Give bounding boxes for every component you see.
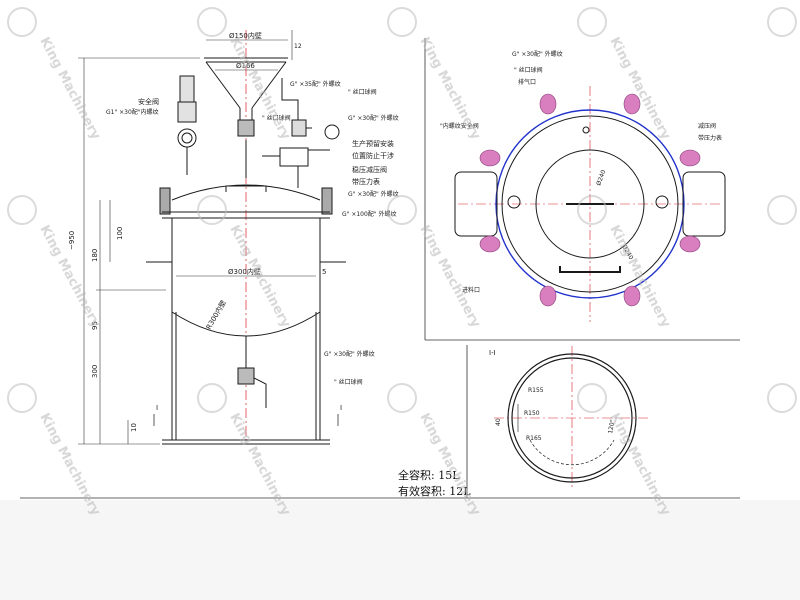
paper-area — [0, 0, 800, 500]
dim-h10: 10 — [130, 423, 138, 432]
section-mark-left: I — [156, 404, 158, 412]
label-wire-valve-c: " 丝口球阀 — [334, 378, 363, 386]
label-install-note1: 生产预留安装 — [352, 139, 394, 148]
dim-h180: 180 — [91, 249, 99, 262]
section-title: I-I — [489, 349, 496, 357]
clamp-fitting — [539, 285, 557, 307]
dim-h100: 100 — [116, 227, 124, 240]
label-g-ext30: G" ×30配" 外螺纹 — [348, 114, 399, 122]
section-r165: R165 — [526, 435, 542, 442]
top-label-gauge: 带压力表 — [698, 134, 722, 142]
label-g-ext30c: G" ×30配" 外螺纹 — [324, 350, 375, 358]
section-mark-right: I — [340, 404, 342, 412]
label-regulator: 稳压减压阀 — [352, 165, 387, 174]
left-lid-clamp — [159, 187, 171, 215]
label-g-ext35: G" ×35配" 外螺纹 — [290, 80, 341, 88]
clamp-fitting — [479, 149, 501, 167]
clamp-fitting — [623, 285, 641, 307]
label-g1: G1" ×30配"内螺纹 — [106, 108, 159, 116]
clamp-fitting — [479, 235, 501, 253]
funnel-ball-valve — [237, 119, 255, 137]
dim-overall-height: ~950 — [68, 231, 76, 250]
top-label-reducer: 减压阀 — [698, 122, 716, 130]
clamp-fitting — [679, 149, 701, 167]
bottom-ball-valve — [237, 367, 255, 385]
clamp-fitting — [539, 93, 557, 115]
right-lid-clamp — [321, 187, 333, 215]
top-label-g-ext: G" ×30配" 外螺纹 — [512, 50, 563, 58]
label-safety-valve: 安全阀 — [138, 97, 159, 106]
section-r150: R150 — [524, 410, 540, 417]
drawing-sheet: Ø150内壁 Ø166 12 Ø300内壁 5 ~950 180 100 95 … — [0, 0, 800, 519]
section-r155: R155 — [528, 387, 544, 394]
clamp-fitting — [679, 235, 701, 253]
dim-top-thk: 12 — [294, 43, 302, 50]
section-d40: 40 — [495, 418, 502, 426]
label-with-gauge: 带压力表 — [352, 177, 380, 186]
dim-five: 5 — [322, 268, 326, 276]
top-label-vent: 排气口 — [518, 78, 536, 86]
label-wire-valve-a: " 丝口球阀 — [348, 88, 377, 96]
dim-h300: 300 — [91, 365, 99, 378]
label-install-note2: 位置防止干涉 — [352, 151, 394, 160]
label-g-ext30b: G" ×30配" 外螺纹 — [348, 190, 399, 198]
top-label-wire-valve: " 丝口球阀 — [514, 66, 543, 74]
